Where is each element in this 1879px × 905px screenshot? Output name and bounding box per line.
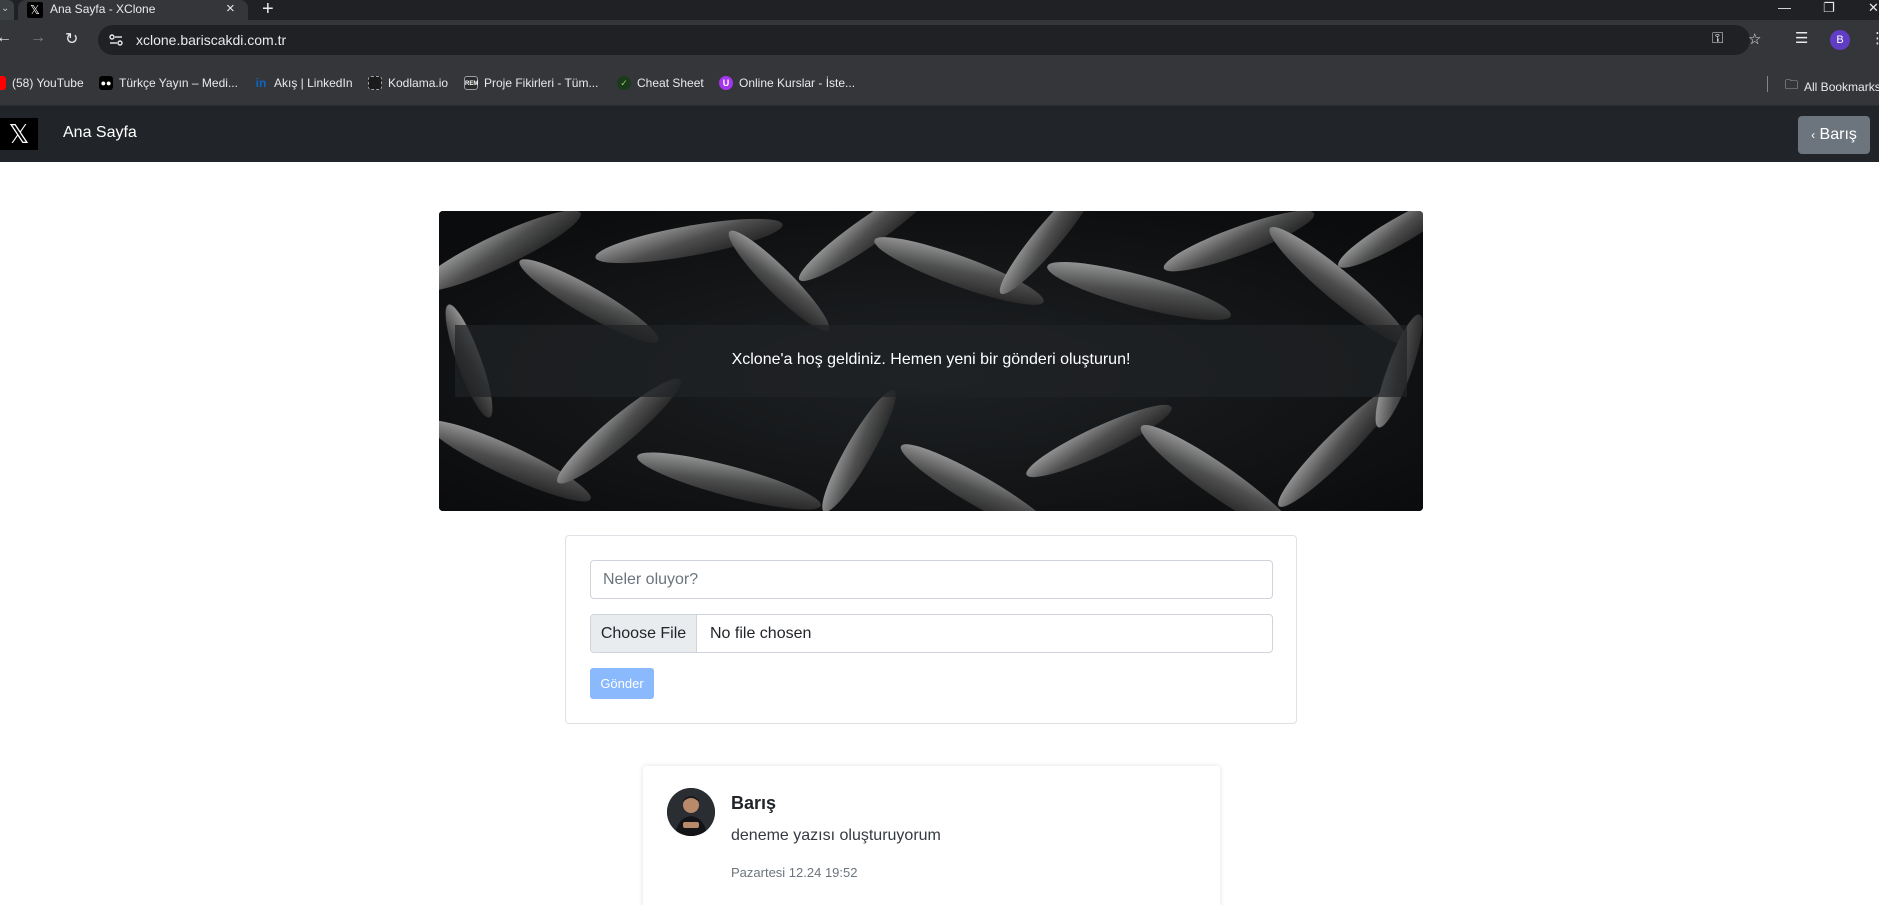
post-text-input[interactable] <box>590 560 1273 599</box>
youtube-icon <box>0 76 6 90</box>
nav-home-link[interactable]: Ana Sayfa <box>63 124 137 142</box>
submit-post-button[interactable]: Gönder <box>590 668 654 699</box>
post-author-name[interactable]: Barış <box>731 793 776 814</box>
cheatsheet-icon: ✓ <box>617 76 631 90</box>
x-logo-icon[interactable]: 𝕏 <box>0 118 38 150</box>
person-avatar-icon <box>667 788 715 836</box>
minimize-icon[interactable]: — <box>1778 0 1791 15</box>
rem-icon: REM <box>464 76 478 90</box>
post-card: Barış deneme yazısı oluşturuyorum Pazart… <box>643 766 1220 905</box>
folder-icon: 🗀 <box>1785 77 1799 92</box>
hero-welcome-text: Xclone'a hoş geldiniz. Hemen yeni bir gö… <box>731 351 1131 368</box>
chevron-left-icon: ‹ <box>1811 128 1816 142</box>
file-status-text: No file chosen <box>710 625 812 642</box>
udemy-icon: U <box>719 76 733 90</box>
restore-icon[interactable]: ❐ <box>1823 0 1835 16</box>
close-tab-icon[interactable]: × <box>226 0 235 18</box>
menu-kebab-icon[interactable]: ⋮ <box>1870 29 1879 47</box>
bookmark-proje-fikirleri[interactable]: REM Proje Fikirleri - Tüm... <box>464 76 598 90</box>
profile-avatar[interactable]: B <box>1830 30 1850 50</box>
post-text: deneme yazısı oluşturuyorum <box>731 827 941 844</box>
bookmark-cheat-sheet[interactable]: ✓ Cheat Sheet <box>617 76 704 90</box>
password-key-icon[interactable]: ⚿ <box>1712 30 1723 47</box>
bookmark-kodlama[interactable]: Kodlama.io <box>368 76 448 90</box>
browser-toolbar: ← → ↻ xclone.bariscakdi.com.tr ⚿ ☆ ☰ B ⋮ <box>0 20 1879 60</box>
reload-icon[interactable]: ↻ <box>65 29 78 49</box>
user-menu-button[interactable]: ‹ Barış <box>1798 116 1870 154</box>
hero-banner: Xclone'a hoş geldiniz. Hemen yeni bir gö… <box>439 211 1423 511</box>
x-logo-icon: 𝕏 <box>27 2 43 18</box>
new-tab-icon[interactable]: + <box>262 0 274 21</box>
browser-tab-strip: ⌄ 𝕏 Ana Sayfa - XClone × + — ❐ ✕ <box>0 0 1879 20</box>
bookmark-label: Kodlama.io <box>388 76 449 90</box>
bookmark-label: Cheat Sheet <box>637 76 704 90</box>
new-post-form: Choose File No file chosen Gönder <box>565 535 1297 724</box>
hero-caption-band: Xclone'a hoş geldiniz. Hemen yeni bir gö… <box>455 325 1407 397</box>
close-window-icon[interactable]: ✕ <box>1868 0 1879 16</box>
post-timestamp: Pazartesi 12.24 19:52 <box>731 865 858 880</box>
linkedin-icon: in <box>255 76 267 90</box>
site-settings-icon[interactable] <box>108 32 124 48</box>
browser-tab-active[interactable]: 𝕏 Ana Sayfa - XClone × <box>18 0 248 20</box>
bookmark-udemy[interactable]: U Online Kurslar - İste... <box>719 76 855 90</box>
reading-list-icon[interactable]: ☰ <box>1795 29 1808 47</box>
bookmark-label: (58) YouTube <box>12 76 84 90</box>
chevron-down-icon: ⌄ <box>1 3 10 14</box>
all-bookmarks-folder[interactable]: 🗀 All Bookmarks <box>1785 76 1879 98</box>
choose-file-button[interactable]: Choose File <box>591 615 697 652</box>
file-upload-input[interactable]: Choose File No file chosen <box>590 614 1273 653</box>
user-menu-label: Barış <box>1819 126 1857 143</box>
bookmark-label: Türkçe Yayın – Medi... <box>119 76 238 90</box>
bookmark-star-icon[interactable]: ☆ <box>1748 30 1761 48</box>
bookmarks-bar: (58) YouTube ●● Türkçe Yayın – Medi... i… <box>0 60 1879 106</box>
bookmark-linkedin[interactable]: in Akış | LinkedIn <box>254 76 353 90</box>
bookmark-label: Proje Fikirleri - Tüm... <box>484 76 599 90</box>
medium-icon: ●● <box>99 76 113 90</box>
bookmark-label: Akış | LinkedIn <box>274 76 353 90</box>
forward-icon[interactable]: → <box>30 29 46 47</box>
bookmarks-separator <box>1767 76 1768 92</box>
tab-search-button[interactable]: ⌄ <box>0 0 14 20</box>
bookmark-label: Online Kurslar - İste... <box>739 76 856 90</box>
author-avatar[interactable] <box>667 788 715 836</box>
kodlama-icon <box>368 76 382 90</box>
bookmark-medium[interactable]: ●● Türkçe Yayın – Medi... <box>99 76 238 90</box>
all-bookmarks-label: All Bookmarks <box>1804 80 1879 94</box>
address-bar[interactable]: xclone.bariscakdi.com.tr ⚿ ☆ <box>98 25 1761 55</box>
site-navbar: 𝕏 Ana Sayfa ‹ Barış <box>0 106 1879 162</box>
tab-title: Ana Sayfa - XClone <box>50 2 156 16</box>
url-text: xclone.bariscakdi.com.tr <box>136 32 287 48</box>
back-icon[interactable]: ← <box>0 29 12 47</box>
bookmark-youtube[interactable]: (58) YouTube <box>0 76 84 90</box>
